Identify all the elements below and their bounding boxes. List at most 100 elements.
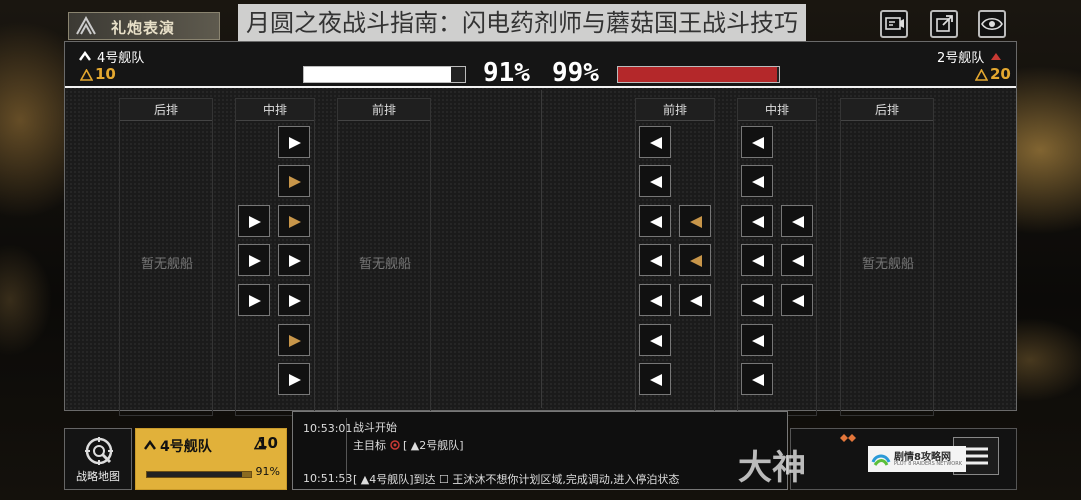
event-badge[interactable]: 礼炮表演 [68,12,220,40]
left-hp-bar [303,66,466,83]
ship-tile[interactable] [238,244,270,276]
ship-tile[interactable] [781,244,813,276]
battle-log[interactable]: 10:53:01 战斗开始 主目标 [ ▲2号舰队] 10:51:53 [ ▲4… [292,411,788,490]
ship-right-icon [289,295,301,307]
left-front-row: 前排 暂无舰船 [337,98,431,416]
view-button[interactable] [978,10,1006,38]
brand-name-en: PLOT 8 RAIDERS NETWORK [894,461,962,467]
ship-left-icon [650,295,662,307]
ship-tile[interactable] [238,205,270,237]
empty-label: 暂无舰船 [140,257,193,272]
ship-left-icon [690,295,702,307]
watermark-text: 大神 [738,448,806,488]
ship-left-icon [792,295,804,307]
diamond-icon [840,434,856,442]
page-headline: 月圆之夜战斗指南：闪电药剂师与蘑菇国王战斗技巧 [238,4,806,42]
ship-tile[interactable] [639,244,671,276]
ship-tile[interactable] [741,244,773,276]
ship-left-icon [650,255,662,267]
row-title: 中排 [236,99,314,121]
ship-tile[interactable] [781,205,813,237]
ship-tile[interactable] [639,324,671,356]
log-message: 战斗开始 [353,421,397,434]
empty-label: 暂无舰船 [358,257,411,272]
ship-left-icon [752,374,764,386]
ship-tile[interactable] [741,324,773,356]
fleet-card-hp-bar [146,471,252,478]
ship-right-icon [249,255,261,267]
right-hp-bar [617,66,780,83]
ship-left-icon [650,137,662,149]
strategic-map-label: 战略地图 [76,470,120,483]
warning-triangle-icon [975,69,988,81]
ship-right-icon [249,295,261,307]
ship-left-icon [792,216,804,228]
right-fleet-name: 2号舰队 [937,51,985,66]
ship-tile[interactable] [781,284,813,316]
row-title: 后排 [120,99,212,121]
right-fleet-count: 20 [990,65,1011,83]
log-time: 10:53:01 [303,422,353,435]
battle-header: 4号舰队 10 91% 99% 2号舰队 20 [65,42,1016,88]
right-back-row: 后排 暂无舰船 [840,98,934,416]
share-icon [936,15,953,32]
ship-tile[interactable] [278,284,310,316]
ship-tile[interactable] [639,205,671,237]
left-back-row: 后排 暂无舰船 [119,98,213,416]
ship-left-icon [792,255,804,267]
ship-left-icon [752,216,764,228]
share-button[interactable] [930,10,958,38]
screen-record-icon [885,17,904,30]
ship-tile[interactable] [741,126,773,158]
watermark-badge: 剧情8攻略网 PLOT 8 RAIDERS NETWORK [868,446,966,472]
ship-tile[interactable] [278,324,310,356]
log-target-label: 主目标 [353,439,386,452]
left-fleet-name: 4号舰队 [97,51,145,66]
fleet-card-hp: 91% [255,465,280,478]
event-label: 礼炮表演 [111,19,176,37]
ship-tile[interactable] [741,165,773,197]
log-time: 10:51:53 [303,472,353,485]
ship-tile[interactable] [278,244,310,276]
emblem-icon [76,16,96,35]
fleet-card[interactable]: 4号舰队 10 91% [135,428,287,490]
ship-right-icon [289,374,301,386]
ship-tile[interactable] [639,284,671,316]
eye-icon [981,17,1003,31]
ship-tile[interactable] [679,205,711,237]
left-hp-percent: 91% [483,58,530,88]
right-hp-percent: 99% [552,58,599,88]
ship-tile[interactable] [679,244,711,276]
ship-tile[interactable] [278,165,310,197]
ship-tile[interactable] [741,284,773,316]
ship-tile[interactable] [278,205,310,237]
ship-right-icon [289,216,301,228]
list-icon [966,447,988,465]
ship-tile[interactable] [639,165,671,197]
ship-right-icon [289,255,301,267]
fleet-up-icon [79,51,91,61]
ship-left-icon [752,255,764,267]
brand-logo-icon [871,454,891,466]
enemy-fleet-icon [991,53,1001,60]
warning-triangle-icon [80,69,93,81]
ship-tile[interactable] [639,363,671,395]
ship-left-icon [752,335,764,347]
screen-record-button[interactable] [880,10,908,38]
fleet-card-name: 4号舰队 [160,439,212,455]
ship-tile[interactable] [639,126,671,158]
row-title: 后排 [841,99,933,121]
ship-tile[interactable] [741,205,773,237]
ship-tile[interactable] [741,363,773,395]
ship-tile[interactable] [278,126,310,158]
row-title: 中排 [738,99,816,121]
ship-left-icon [650,335,662,347]
ship-right-icon [249,216,261,228]
strategic-map-button[interactable]: 战略地图 [64,428,132,490]
ship-tile[interactable] [278,363,310,395]
ship-right-icon [289,335,301,347]
ship-tile[interactable] [679,284,711,316]
ship-tile[interactable] [238,284,270,316]
ship-left-icon [752,176,764,188]
log-target: [ ▲2号舰队] [403,439,464,452]
